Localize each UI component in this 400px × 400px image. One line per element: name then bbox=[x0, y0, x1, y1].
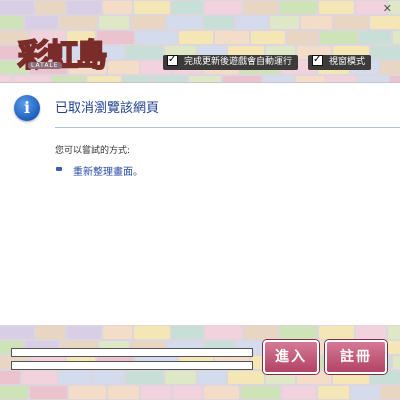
register-button[interactable]: 註冊 bbox=[325, 340, 387, 374]
bullet-icon bbox=[56, 167, 62, 171]
browser-content-pane: i 已取消瀏覽該網頁 您可以嘗試的方式: 重新整理畫面。 bbox=[0, 82, 400, 326]
enter-button[interactable]: 進入 bbox=[263, 340, 319, 374]
logo-subtext: LATALE bbox=[28, 62, 62, 69]
game-logo: 彩虹島 LATALE bbox=[12, 14, 112, 75]
window-mode-option[interactable]: 視窗模式 bbox=[308, 52, 372, 70]
close-icon[interactable]: ✕ bbox=[383, 2, 392, 15]
suggestion-text: 您可以嘗試的方式: bbox=[55, 146, 131, 156]
info-icon: i bbox=[14, 95, 40, 121]
progress-bar-1 bbox=[11, 348, 253, 357]
autorun-label: 完成更新後遊戲會自動運行 bbox=[184, 57, 293, 67]
window-mode-checkbox[interactable] bbox=[312, 52, 323, 67]
progress-bar-2 bbox=[11, 361, 253, 370]
divider bbox=[55, 127, 400, 128]
autorun-checkbox[interactable] bbox=[167, 52, 178, 67]
window-mode-label: 視窗模式 bbox=[329, 57, 366, 67]
page-title: 已取消瀏覽該網頁 bbox=[55, 101, 160, 116]
autorun-option[interactable]: 完成更新後遊戲會自動運行 bbox=[163, 52, 299, 70]
refresh-link[interactable]: 重新整理畫面。 bbox=[73, 163, 143, 178]
